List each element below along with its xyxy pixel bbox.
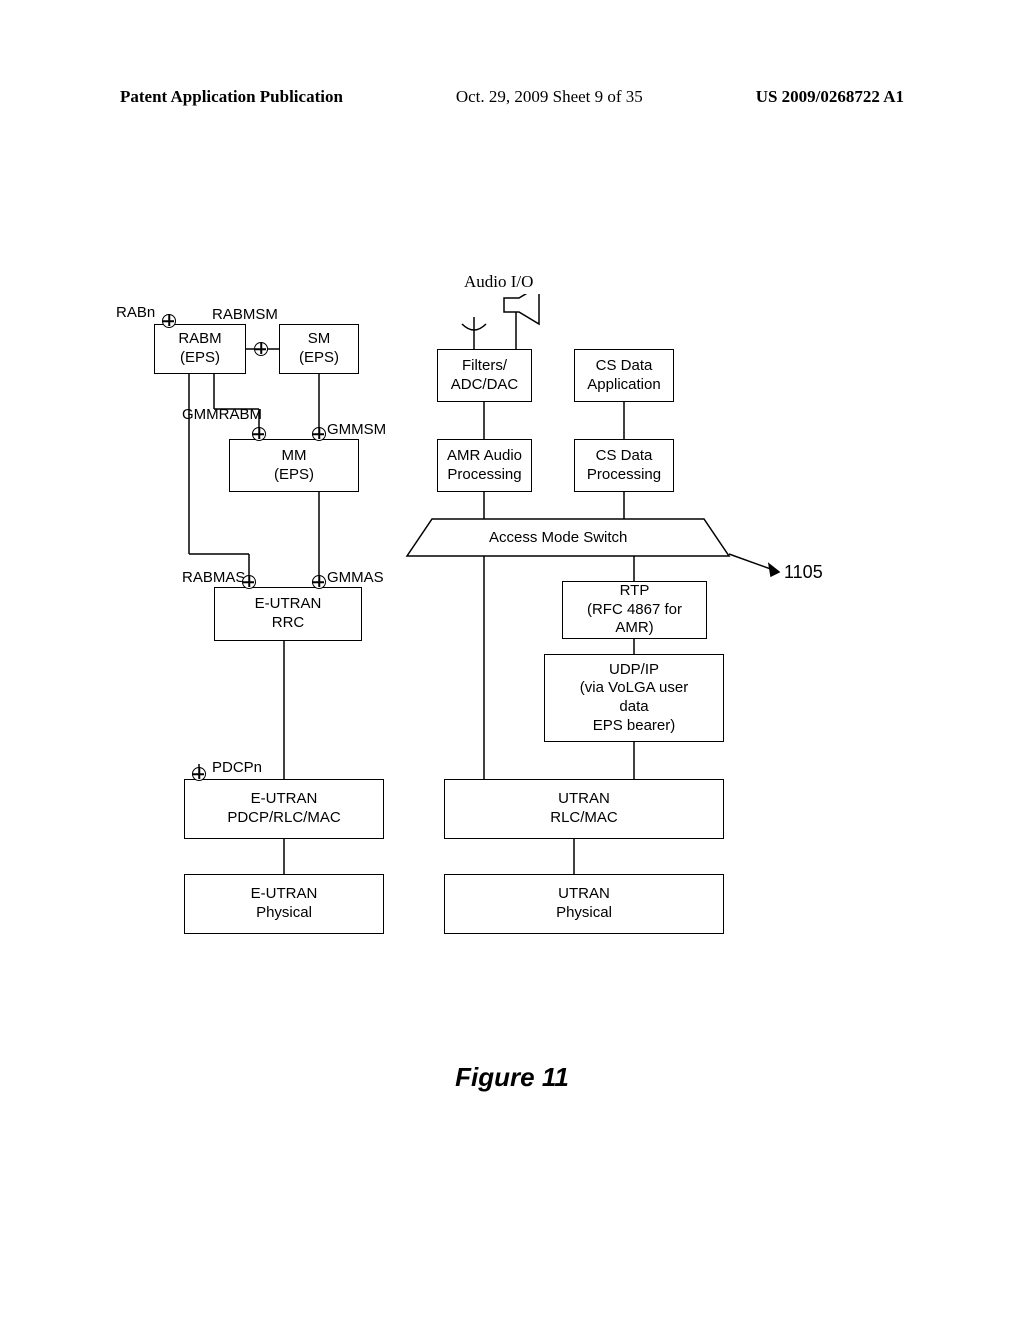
label-gmmsm: GMMSM [327, 421, 386, 438]
sap-rabn [162, 314, 176, 328]
label-pdcpn: PDCPn [212, 759, 262, 776]
amr-label: AMR AudioProcessing [447, 447, 522, 485]
filters-label: Filters/ADC/DAC [451, 357, 519, 395]
callout-1105: 1105 [784, 562, 823, 583]
eutran-rrc-box: E-UTRANRRC [214, 587, 362, 641]
utran-phy-box: UTRANPhysical [444, 874, 724, 934]
eutran-pdcp-label: E-UTRANPDCP/RLC/MAC [227, 790, 340, 828]
sap-rabmas [242, 575, 256, 589]
csdata-proc-label: CS DataProcessing [587, 447, 661, 485]
eutran-phy-box: E-UTRANPhysical [184, 874, 384, 934]
mm-eps-label: MM(EPS) [274, 447, 314, 485]
filters-box: Filters/ADC/DAC [437, 349, 532, 402]
audio-io-label: Audio I/O [464, 272, 533, 292]
sap-rabmsm [254, 342, 268, 356]
mm-eps-box: MM(EPS) [229, 439, 359, 492]
amr-box: AMR AudioProcessing [437, 439, 532, 492]
utran-rlcmac-label: UTRANRLC/MAC [550, 790, 618, 828]
sap-gmmas [312, 575, 326, 589]
header-right: US 2009/0268722 A1 [756, 87, 904, 107]
udpip-box: UDP/IP(via VoLGA userdataEPS bearer) [544, 654, 724, 742]
label-rabn: RABn [116, 304, 155, 321]
header-left: Patent Application Publication [120, 87, 343, 107]
label-gmmas: GMMAS [327, 569, 384, 586]
label-rabmsm: RABMSM [212, 306, 278, 323]
sap-pdcpn [192, 767, 206, 781]
utran-rlcmac-box: UTRANRLC/MAC [444, 779, 724, 839]
csdata-app-label: CS DataApplication [587, 357, 660, 395]
figure-diagram: RABM(EPS) SM(EPS) MM(EPS) E-UTRANRRC E-U… [144, 294, 864, 1034]
sm-eps-box: SM(EPS) [279, 324, 359, 374]
sap-gmmsm [312, 427, 326, 441]
label-rabmas: RABMAS [182, 569, 245, 586]
label-gmmrabm: GMMRABM [182, 406, 262, 423]
rtp-box: RTP(RFC 4867 forAMR) [562, 581, 707, 639]
csdata-proc-box: CS DataProcessing [574, 439, 674, 492]
eutran-phy-label: E-UTRANPhysical [251, 885, 318, 923]
rabm-eps-box: RABM(EPS) [154, 324, 246, 374]
sap-gmmrabm [252, 427, 266, 441]
eutran-pdcp-box: E-UTRANPDCP/RLC/MAC [184, 779, 384, 839]
rabm-eps-label: RABM(EPS) [178, 330, 221, 368]
sm-eps-label: SM(EPS) [299, 330, 339, 368]
eutran-rrc-label: E-UTRANRRC [255, 595, 322, 633]
figure-caption: Figure 11 [0, 1062, 1024, 1093]
page-header: Patent Application Publication Oct. 29, … [0, 87, 1024, 107]
csdata-app-box: CS DataApplication [574, 349, 674, 402]
utran-phy-label: UTRANPhysical [556, 885, 612, 923]
rtp-label: RTP(RFC 4867 forAMR) [587, 582, 682, 638]
access-mode-switch-label: Access Mode Switch [489, 529, 627, 546]
udpip-label: UDP/IP(via VoLGA userdataEPS bearer) [580, 661, 688, 736]
header-middle: Oct. 29, 2009 Sheet 9 of 35 [456, 87, 643, 107]
